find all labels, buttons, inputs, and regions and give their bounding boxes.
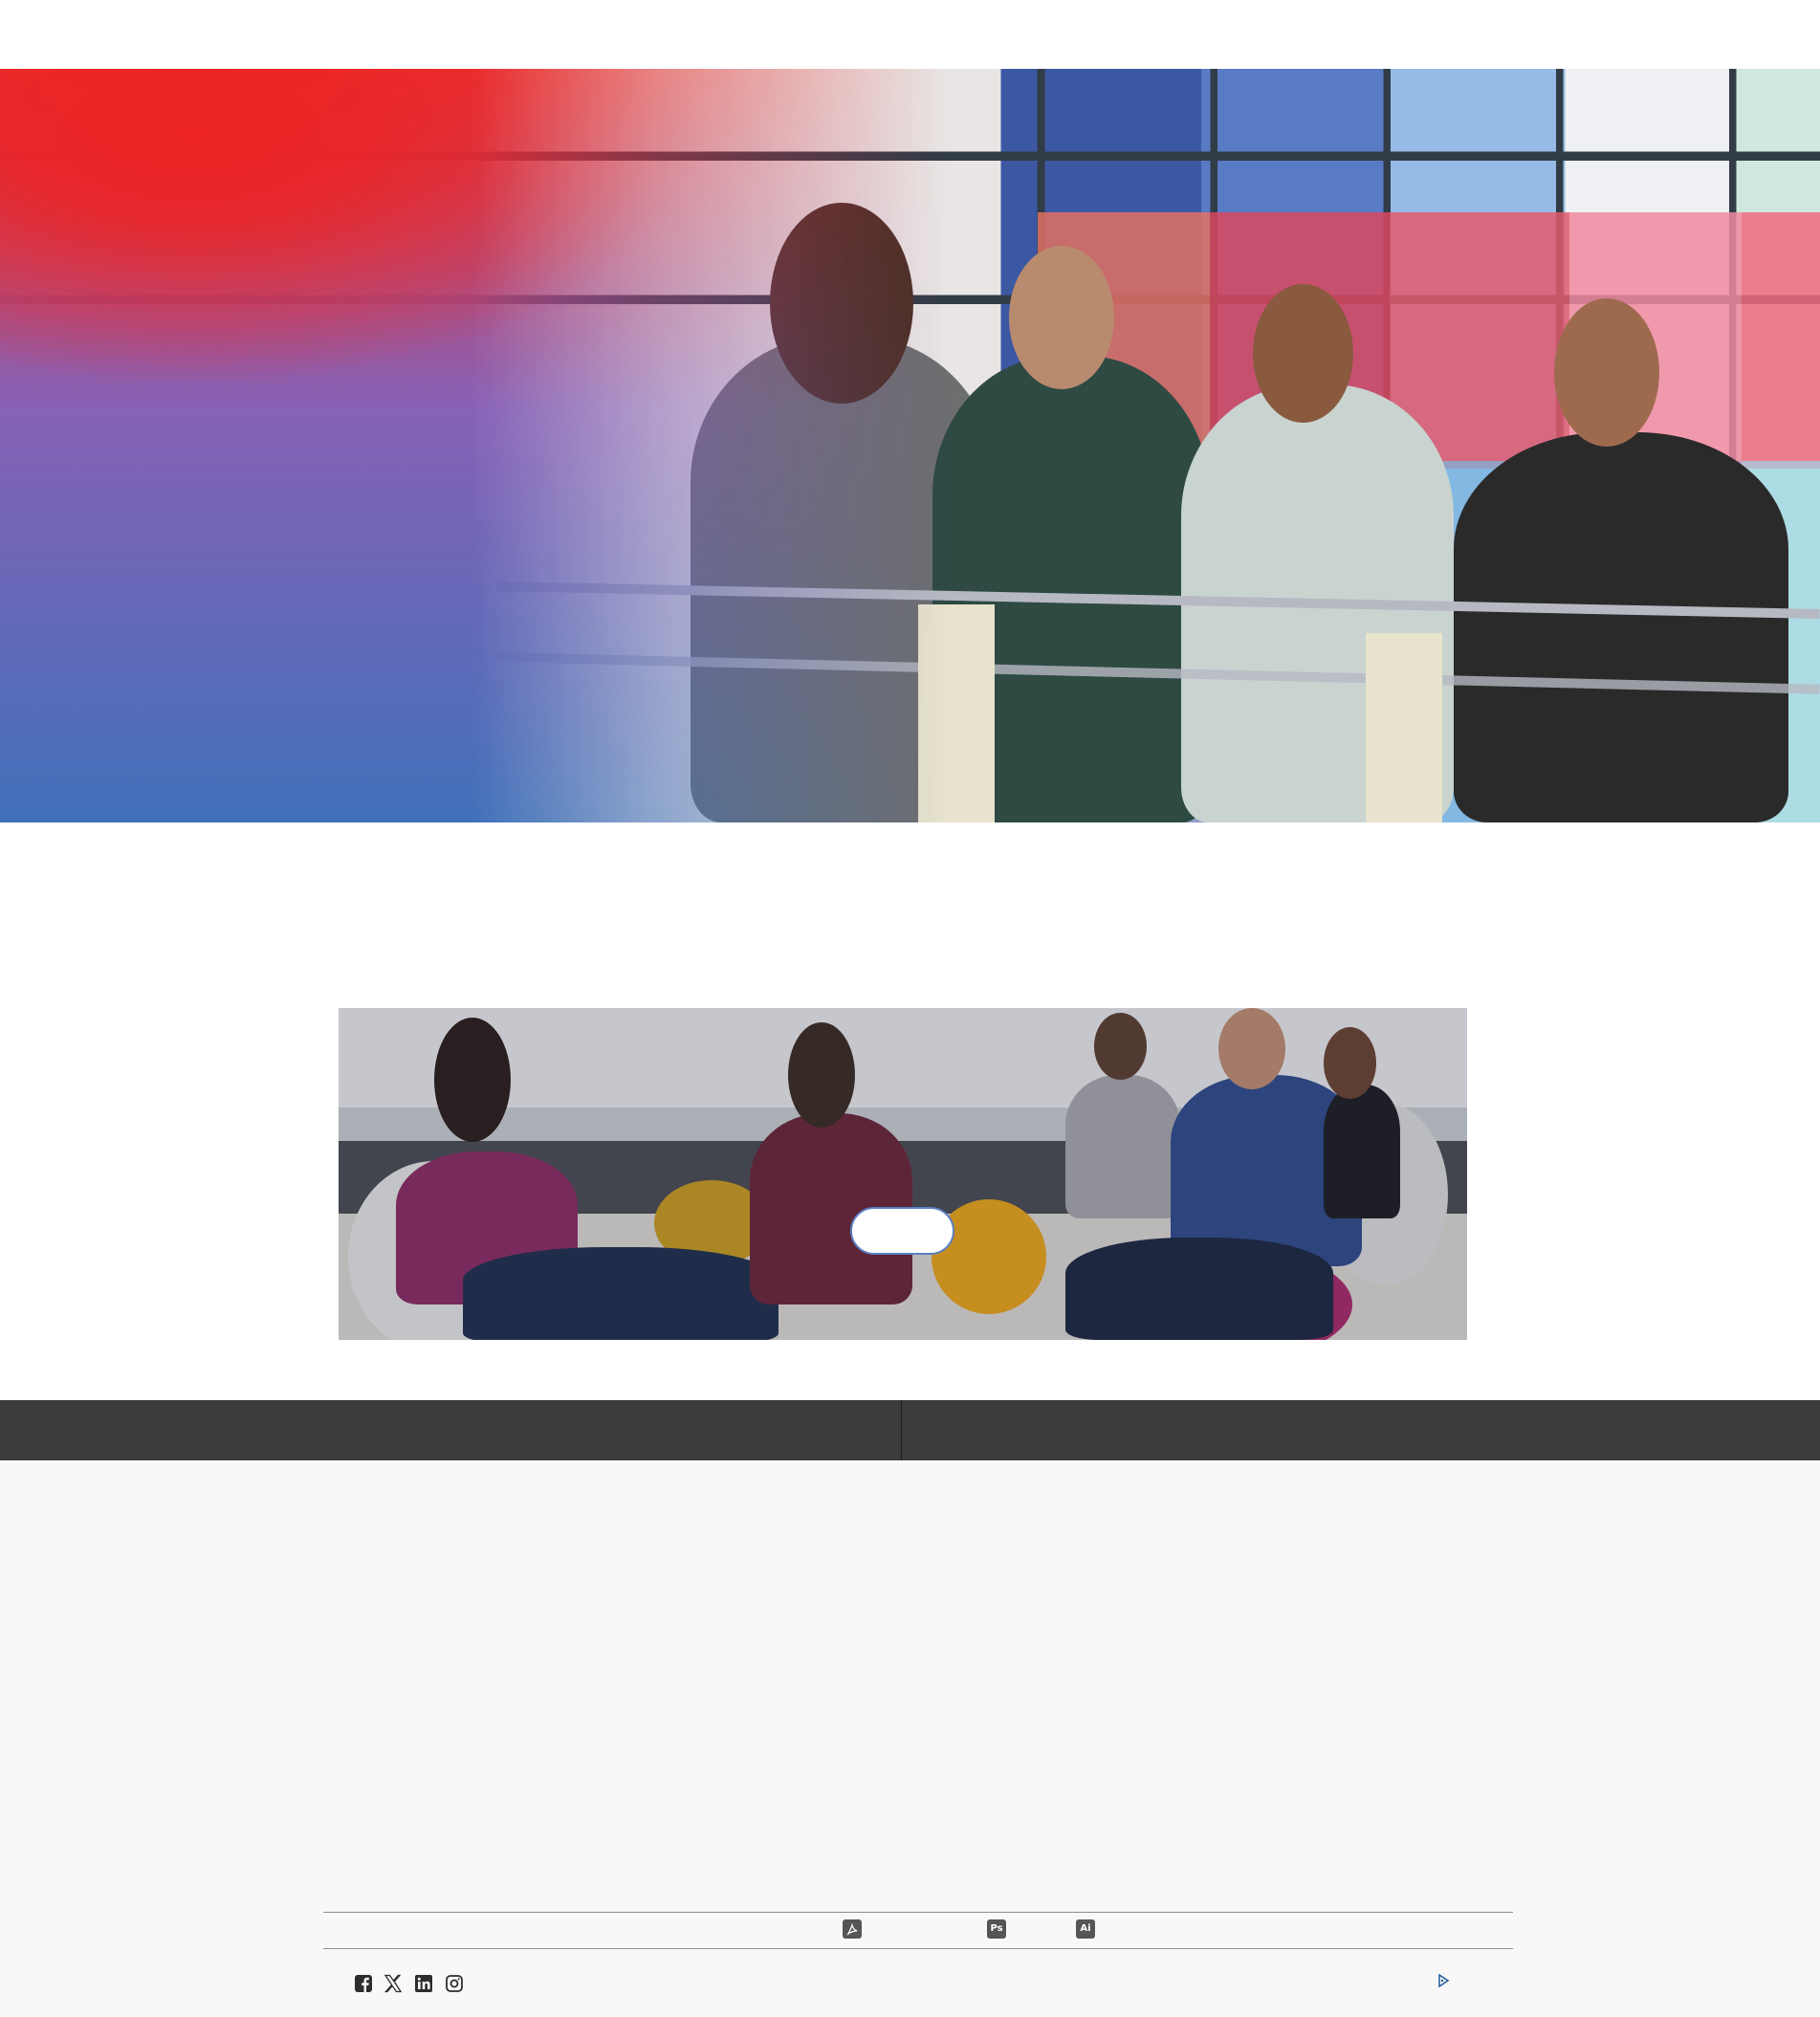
illustrator-icon[interactable]: Ai bbox=[1076, 1919, 1095, 1939]
instagram-icon[interactable] bbox=[445, 1974, 464, 1993]
top-navigation-bar bbox=[0, 0, 1820, 69]
facebook-icon[interactable] bbox=[354, 1974, 373, 1993]
site-footer bbox=[0, 1460, 1820, 2017]
hero-banner bbox=[0, 69, 1820, 822]
photoshop-icon[interactable]: Ps bbox=[987, 1919, 1006, 1939]
ad-choices-icon[interactable] bbox=[1436, 1973, 1451, 1988]
linkedin-icon[interactable] bbox=[414, 1974, 433, 1993]
footer-bar-divider bbox=[901, 1400, 902, 1460]
footer-rule-top bbox=[323, 1912, 1513, 1913]
footer-rule-bottom bbox=[323, 1948, 1513, 1949]
video-promo bbox=[339, 1008, 1467, 1340]
footer-navigation-bar bbox=[0, 1400, 1820, 1460]
play-video-button[interactable] bbox=[850, 1207, 954, 1255]
hero-gradient-overlay bbox=[0, 69, 1820, 822]
promo-dim-overlay bbox=[339, 1008, 1467, 1340]
acrobat-pdf-icon[interactable] bbox=[843, 1919, 862, 1939]
x-twitter-icon[interactable] bbox=[384, 1974, 403, 1993]
